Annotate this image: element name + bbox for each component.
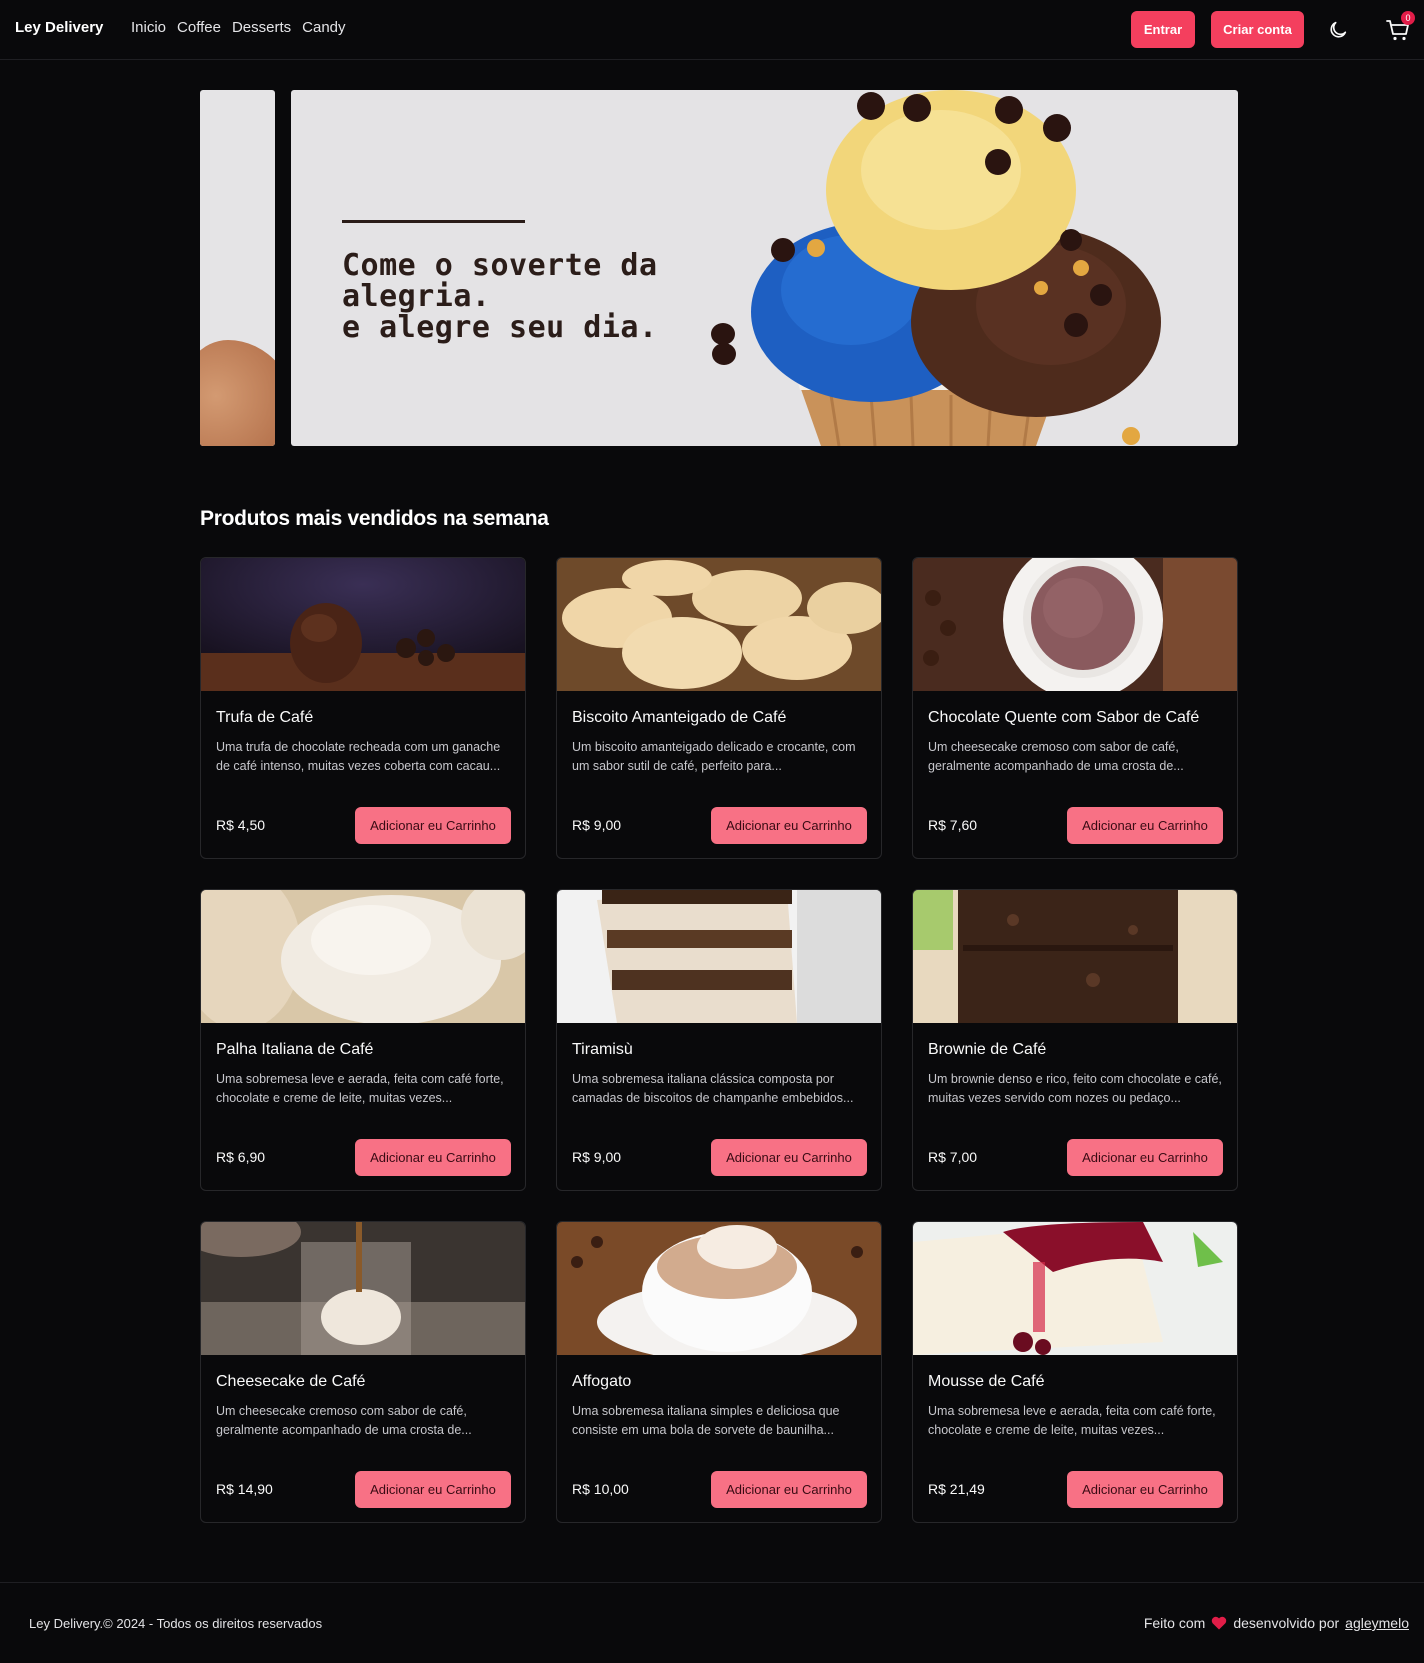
product-name: Brownie de Café [928,1041,1047,1058]
product-image-berry-cheesecake [913,1222,1237,1355]
brand-logo[interactable]: Ley Delivery [15,19,103,36]
product-description: Um cheesecake cremoso com sabor de café,… [928,740,1184,773]
product-price: R$ 21,49 [928,1481,985,1497]
add-to-cart-button[interactable]: Adicionar eu Carrinho [355,1139,511,1176]
product-description: Uma sobremesa italiana clássica composta… [572,1072,854,1105]
add-to-cart-button[interactable]: Adicionar eu Carrinho [1067,1471,1223,1508]
signup-button[interactable]: Criar conta [1211,11,1304,48]
section-title: Produtos mais vendidos na semana [200,507,549,530]
add-to-cart-button[interactable]: Adicionar eu Carrinho [355,807,511,844]
nav-inicio[interactable]: Inicio [131,19,166,36]
product-description: Uma sobremesa leve e aerada, feita com c… [928,1404,1216,1437]
product-name: Tiramisù [572,1041,633,1058]
add-to-cart-button[interactable]: Adicionar eu Carrinho [711,1471,867,1508]
author-link[interactable]: agleymelo [1345,1615,1409,1631]
product-image-brownie [913,890,1237,1023]
product-image-butter-cookies [557,558,881,691]
add-to-cart-button[interactable]: Adicionar eu Carrinho [1067,1139,1223,1176]
nav-candy[interactable]: Candy [302,19,345,36]
product-name: Trufa de Café [216,709,314,726]
product-name: Palha Italiana de Café [216,1041,374,1058]
product-image-affogato-glass [201,1222,525,1355]
product-name: Biscoito Amanteigado de Café [572,709,787,726]
nav-coffee[interactable]: Coffee [177,19,221,36]
product-price: R$ 9,00 [572,817,622,833]
product-price: R$ 4,50 [216,817,266,833]
footer: Ley Delivery.© 2024 - Todos os direitos … [0,1582,1424,1663]
product-description: Um biscoito amanteigado delicado e croca… [572,740,856,773]
footer-made-with: Feito com [1143,1615,1206,1631]
nav-desserts[interactable]: Desserts [232,19,291,36]
product-card[interactable]: Tiramisù Uma sobremesa italiana clássica… [556,889,882,1191]
main-nav: Inicio Coffee Desserts Candy [131,19,346,36]
product-card[interactable]: Mousse de Café Uma sobremesa leve e aera… [912,1221,1238,1523]
product-price: R$ 10,00 [572,1481,629,1497]
carousel-prev-slide[interactable] [200,90,275,446]
add-to-cart-button[interactable]: Adicionar eu Carrinho [1067,807,1223,844]
heart-icon [1212,1616,1227,1630]
product-image-hot-chocolate-cup [913,558,1237,691]
product-price: R$ 14,90 [216,1481,273,1497]
ice-cream-cup-image [711,90,1161,446]
product-description: Um brownie denso e rico, feito com choco… [928,1072,1222,1105]
product-card[interactable]: Trufa de Café Uma trufa de chocolate rec… [200,557,526,859]
cart-count-badge: 0 [1401,11,1415,25]
product-card[interactable]: Chocolate Quente com Sabor de Café Um ch… [912,557,1238,859]
product-name: Mousse de Café [928,1373,1045,1390]
product-name: Affogato [572,1373,632,1390]
product-description: Uma trufa de chocolate recheada com um g… [216,740,501,773]
product-card[interactable]: Affogato Uma sobremesa italiana simples … [556,1221,882,1523]
footer-developed-by: desenvolvido por [1233,1615,1340,1631]
product-card[interactable]: Brownie de Café Um brownie denso e rico,… [912,889,1238,1191]
product-price: R$ 6,90 [216,1149,266,1165]
footer-credits: Feito com desenvolvido por agleymelo [1144,1615,1409,1631]
product-name: Chocolate Quente com Sabor de Café [928,709,1200,726]
product-price: R$ 7,00 [928,1149,978,1165]
product-card[interactable]: Biscoito Amanteigado de Café Um biscoito… [556,557,882,859]
product-card[interactable]: Cheesecake de Café Um cheesecake cremoso… [200,1221,526,1523]
product-image-tiramisu-slice [557,890,881,1023]
add-to-cart-button[interactable]: Adicionar eu Carrinho [711,807,867,844]
top-navbar: Ley Delivery Inicio Coffee Desserts Cand… [0,0,1424,60]
add-to-cart-button[interactable]: Adicionar eu Carrinho [355,1471,511,1508]
footer-copyright: Ley Delivery.© 2024 - Todos os direitos … [29,1616,323,1631]
product-image-meringue [201,890,525,1023]
slide-image-arm [200,340,275,446]
product-description: Uma sobremesa italiana simples e delicio… [572,1404,840,1437]
moon-icon[interactable] [1327,19,1349,41]
product-price: R$ 9,00 [572,1149,622,1165]
product-price: R$ 7,60 [928,817,978,833]
product-name: Cheesecake de Café [216,1373,366,1390]
carousel-active-slide[interactable]: Come o soverte da alegria. e alegre seu … [291,90,1238,446]
product-description: Uma sobremesa leve e aerada, feita com c… [216,1072,504,1105]
login-button[interactable]: Entrar [1131,11,1195,48]
product-description: Um cheesecake cremoso com sabor de café,… [216,1404,472,1437]
product-card[interactable]: Palha Italiana de Café Uma sobremesa lev… [200,889,526,1191]
add-to-cart-button[interactable]: Adicionar eu Carrinho [711,1139,867,1176]
product-image-chocolate-truffle [201,558,525,691]
product-image-cappuccino-cup [557,1222,881,1355]
